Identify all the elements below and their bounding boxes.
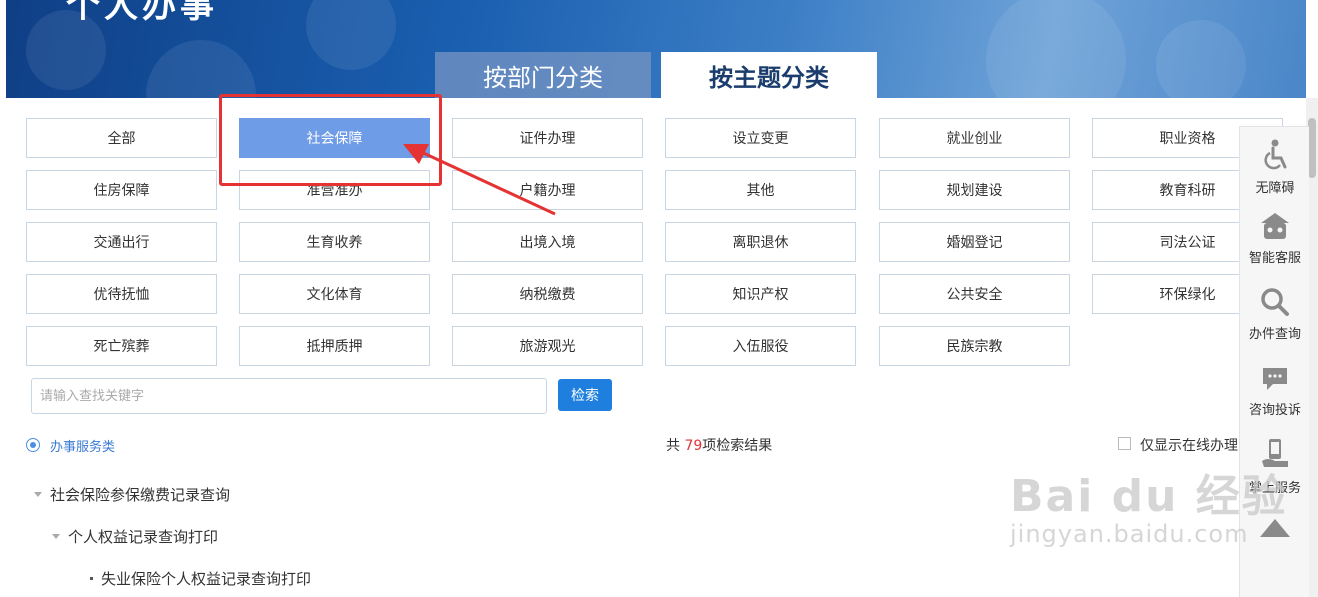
category-marriage[interactable]: 婚姻登记 bbox=[879, 222, 1070, 262]
category-birth-adoption[interactable]: 生育收养 bbox=[239, 222, 430, 262]
tree-item-level-2[interactable]: 失业保险个人权益记录查询打印 bbox=[90, 568, 311, 589]
category-military[interactable]: 入伍服役 bbox=[665, 326, 856, 366]
category-preferential[interactable]: 优待抚恤 bbox=[26, 274, 217, 314]
search-input[interactable] bbox=[31, 378, 547, 414]
category-tourism[interactable]: 旅游观光 bbox=[452, 326, 643, 366]
tree-item-level-0[interactable]: 社会保险参保缴费记录查询 bbox=[34, 484, 230, 505]
category-ethnic-religion[interactable]: 民族宗教 bbox=[879, 326, 1070, 366]
watermark-main: Bai du 经验 bbox=[1010, 471, 1288, 522]
collapse-triangle-icon[interactable] bbox=[52, 534, 60, 539]
consult-complain-button[interactable]: 咨询投诉 bbox=[1240, 365, 1310, 418]
watermark-logo: Bai du 经验 jingyan.baidu.com bbox=[1010, 460, 1288, 548]
category-public-safety[interactable]: 公共安全 bbox=[879, 274, 1070, 314]
service-type-radio[interactable] bbox=[26, 438, 40, 452]
case-query-button[interactable]: 办件查询 bbox=[1240, 287, 1310, 342]
tree-item-label: 失业保险个人权益记录查询打印 bbox=[101, 570, 312, 588]
category-other[interactable]: 其他 bbox=[665, 170, 856, 210]
tree-item-level-1[interactable]: 个人权益记录查询打印 bbox=[52, 526, 218, 547]
category-taxation[interactable]: 纳税缴费 bbox=[452, 274, 643, 314]
category-retirement[interactable]: 离职退休 bbox=[665, 222, 856, 262]
category-all[interactable]: 全部 bbox=[26, 118, 217, 158]
tree-item-label: 个人权益记录查询打印 bbox=[68, 528, 219, 546]
service-type-label[interactable]: 办事服务类 bbox=[50, 436, 115, 455]
search-button[interactable]: 检索 bbox=[558, 379, 612, 411]
category-transport[interactable]: 交通出行 bbox=[26, 222, 217, 262]
robot-icon bbox=[1261, 213, 1289, 239]
category-establishment-change[interactable]: 设立变更 bbox=[665, 118, 856, 158]
category-culture-sports[interactable]: 文化体育 bbox=[239, 274, 430, 314]
wheelchair-icon bbox=[1264, 139, 1287, 170]
category-employment[interactable]: 就业创业 bbox=[879, 118, 1070, 158]
watermark-sub: jingyan.baidu.com bbox=[1010, 520, 1249, 548]
category-exit-entry[interactable]: 出境入境 bbox=[452, 222, 643, 262]
tab-by-department[interactable]: 按部门分类 bbox=[435, 52, 651, 98]
tab-by-topic[interactable]: 按主题分类 bbox=[661, 52, 877, 98]
result-count-suffix: 项检索结果 bbox=[702, 438, 773, 454]
radio-dot bbox=[30, 442, 36, 448]
chat-icon bbox=[1263, 368, 1287, 390]
result-count-number: 79 bbox=[684, 438, 703, 454]
page-title: 个人办事 bbox=[66, 0, 218, 26]
search-icon bbox=[1261, 288, 1289, 316]
category-funeral[interactable]: 死亡殡葬 bbox=[26, 326, 217, 366]
result-count-prefix: 共 bbox=[666, 438, 685, 454]
side-item-label: 咨询投诉 bbox=[1248, 403, 1301, 418]
side-item-label: 智能客服 bbox=[1248, 251, 1301, 266]
bullet-icon bbox=[90, 577, 93, 580]
category-planning[interactable]: 规划建设 bbox=[879, 170, 1070, 210]
header-banner: 个人办事 bbox=[6, 0, 1306, 98]
tree-item-label: 社会保险参保缴费记录查询 bbox=[50, 486, 231, 504]
smart-service-button[interactable]: 智能客服 bbox=[1240, 211, 1310, 266]
side-item-label: 无障碍 bbox=[1255, 181, 1295, 196]
category-mortgage[interactable]: 抵押质押 bbox=[239, 326, 430, 366]
annotation-arrow-icon bbox=[403, 144, 556, 216]
online-only-checkbox[interactable] bbox=[1118, 437, 1131, 450]
category-intellectual-property[interactable]: 知识产权 bbox=[665, 274, 856, 314]
result-count: 共 79项检索结果 bbox=[666, 435, 772, 455]
collapse-triangle-icon[interactable] bbox=[34, 492, 42, 497]
category-housing[interactable]: 住房保障 bbox=[26, 170, 217, 210]
accessibility-button[interactable]: 无障碍 bbox=[1240, 139, 1310, 196]
side-item-label: 办件查询 bbox=[1248, 327, 1301, 342]
online-only-label[interactable]: 仅显示在线办理 bbox=[1140, 435, 1238, 455]
